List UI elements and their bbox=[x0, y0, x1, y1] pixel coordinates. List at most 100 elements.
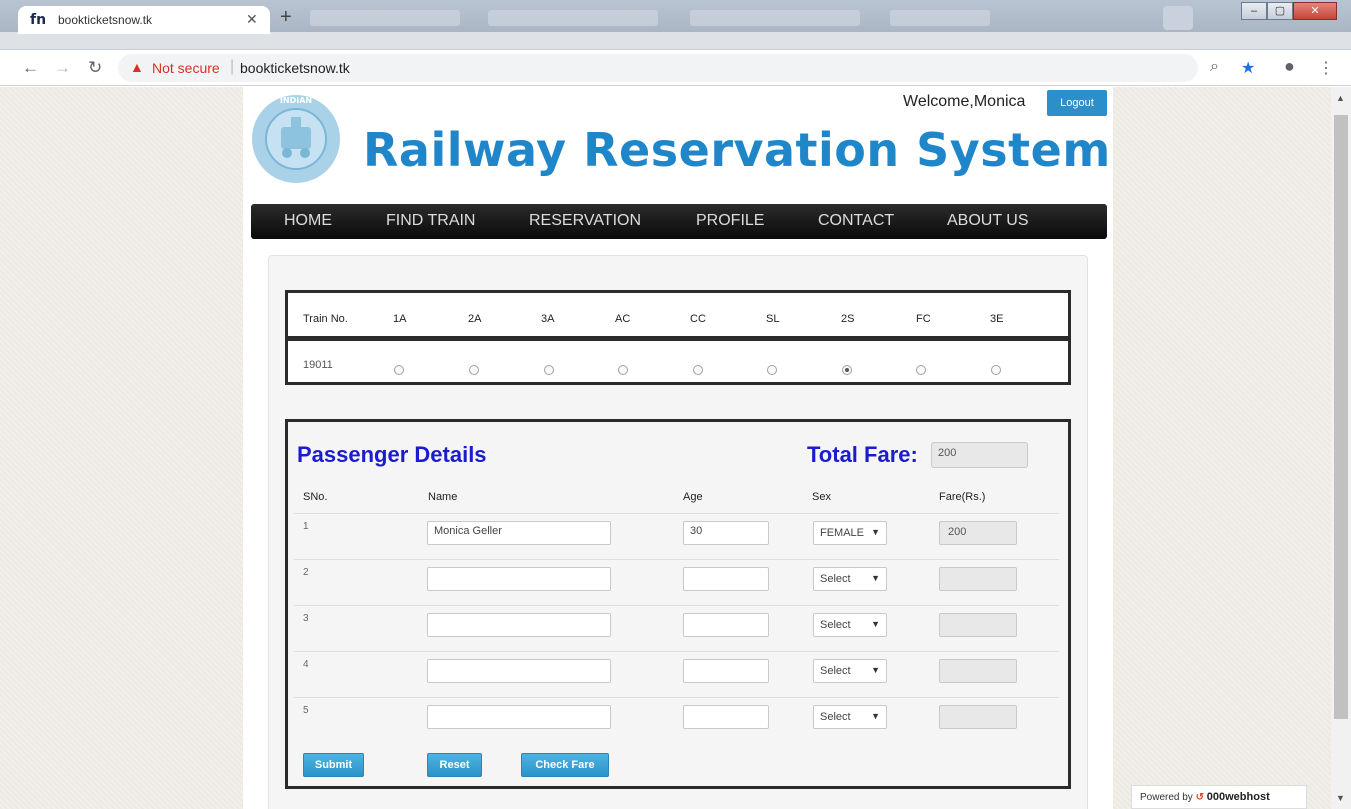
header-1a: 1A bbox=[393, 313, 407, 325]
background-tab[interactable] bbox=[488, 10, 658, 26]
name-input[interactable] bbox=[427, 705, 611, 729]
sex-select[interactable]: Select ▼ bbox=[813, 613, 887, 637]
nav-contact[interactable]: CONTACT bbox=[818, 212, 894, 230]
dropdown-arrow-icon: ▼ bbox=[871, 573, 880, 583]
reset-button[interactable]: Reset bbox=[427, 753, 482, 777]
name-input[interactable]: Monica Geller bbox=[427, 521, 611, 545]
site-title: Railway Reservation System bbox=[363, 123, 1111, 177]
new-tab-button[interactable]: + bbox=[280, 7, 292, 27]
row-sno: 2 bbox=[303, 567, 309, 578]
tab-close-icon[interactable]: ✕ bbox=[246, 11, 258, 28]
scroll-down-arrow-icon[interactable]: ▼ bbox=[1336, 793, 1345, 803]
scroll-up-arrow-icon[interactable]: ▲ bbox=[1336, 93, 1345, 103]
sex-select[interactable]: Select ▼ bbox=[813, 567, 887, 591]
sex-select-value: Select bbox=[820, 619, 851, 631]
age-input[interactable] bbox=[683, 705, 769, 729]
column-age: Age bbox=[683, 491, 703, 503]
minimize-icon[interactable]: – bbox=[1241, 2, 1267, 20]
account-icon[interactable]: ● bbox=[1284, 56, 1295, 77]
back-arrow-icon[interactable]: ← bbox=[22, 58, 39, 78]
powered-by-badge[interactable]: Powered by ↺ 000webhost bbox=[1131, 785, 1307, 809]
nav-find-train[interactable]: FIND TRAIN bbox=[386, 212, 475, 230]
age-input[interactable]: 30 bbox=[683, 521, 769, 545]
background-tab[interactable] bbox=[310, 10, 460, 26]
dropdown-arrow-icon: ▼ bbox=[871, 665, 880, 675]
header-cc: CC bbox=[690, 313, 706, 325]
indian-railways-logo: INDIAN bbox=[252, 95, 340, 183]
profile-icon[interactable] bbox=[1163, 6, 1193, 30]
radio-2s[interactable] bbox=[842, 365, 852, 375]
logout-button[interactable]: Logout bbox=[1047, 90, 1107, 116]
maximize-icon[interactable]: ▢ bbox=[1267, 2, 1293, 20]
active-tab[interactable]: fn bookticketsnow.tk ✕ bbox=[18, 6, 270, 34]
background-tab[interactable] bbox=[890, 10, 990, 26]
sex-select-value: FEMALE bbox=[820, 527, 865, 539]
url-text[interactable]: bookticketsnow.tk bbox=[240, 60, 350, 76]
radio-3a[interactable] bbox=[544, 365, 554, 375]
background-tab[interactable] bbox=[690, 10, 860, 26]
fare-field bbox=[939, 567, 1017, 591]
name-input[interactable] bbox=[427, 567, 611, 591]
total-fare-label: Total Fare: bbox=[807, 442, 918, 467]
vertical-scrollbar[interactable]: ▲ ▼ bbox=[1331, 87, 1351, 809]
page-viewport: INDIAN Welcome,Monica Logout Railway Res… bbox=[0, 87, 1331, 809]
name-input[interactable] bbox=[427, 659, 611, 683]
radio-1a[interactable] bbox=[394, 365, 404, 375]
nav-reservation[interactable]: RESERVATION bbox=[529, 212, 641, 230]
browser-tab-bar: fn bookticketsnow.tk ✕ + – ▢ ✕ bbox=[0, 0, 1351, 50]
webhost-logo-icon: ↺ bbox=[1195, 792, 1207, 803]
age-input[interactable] bbox=[683, 567, 769, 591]
menu-dots-icon[interactable]: ⋮ bbox=[1318, 58, 1334, 78]
check-fare-button[interactable]: Check Fare bbox=[521, 753, 609, 777]
header-train-no: Train No. bbox=[303, 313, 348, 325]
not-secure-label[interactable]: Not secure bbox=[152, 60, 220, 76]
row-divider bbox=[294, 697, 1059, 698]
close-window-icon[interactable]: ✕ bbox=[1293, 2, 1337, 20]
column-sno: SNo. bbox=[303, 491, 328, 503]
age-input[interactable] bbox=[683, 659, 769, 683]
sex-select[interactable]: Select ▼ bbox=[813, 705, 887, 729]
passenger-details-title: Passenger Details bbox=[297, 442, 487, 467]
address-bar: ← → ↻ ▲ Not secure | bookticketsnow.tk ⌕… bbox=[0, 50, 1351, 86]
sex-select-value: Select bbox=[820, 711, 851, 723]
nav-about-us[interactable]: ABOUT US bbox=[947, 212, 1029, 230]
radio-cc[interactable] bbox=[693, 365, 703, 375]
sex-select[interactable]: Select ▼ bbox=[813, 659, 887, 683]
sex-select-value: Select bbox=[820, 665, 851, 677]
header-ac: AC bbox=[615, 313, 631, 325]
name-input[interactable] bbox=[427, 613, 611, 637]
webhost-brand: 000webhost bbox=[1206, 791, 1270, 803]
radio-fc[interactable] bbox=[916, 365, 926, 375]
nav-home[interactable]: HOME bbox=[284, 212, 332, 230]
sex-select[interactable]: FEMALE ▼ bbox=[813, 521, 887, 545]
omnibox[interactable]: ▲ Not secure | bookticketsnow.tk bbox=[118, 54, 1198, 82]
radio-2a[interactable] bbox=[469, 365, 479, 375]
radio-sl[interactable] bbox=[767, 365, 777, 375]
fare-field bbox=[939, 659, 1017, 683]
row-divider bbox=[294, 651, 1059, 652]
zoom-icon[interactable]: ⌕ bbox=[1210, 58, 1219, 76]
nav-profile[interactable]: PROFILE bbox=[696, 212, 764, 230]
row-divider bbox=[294, 605, 1059, 606]
header-2s: 2S bbox=[841, 313, 855, 325]
header-2a: 2A bbox=[468, 313, 482, 325]
submit-button[interactable]: Submit bbox=[303, 753, 364, 777]
fare-field: 200 bbox=[939, 521, 1017, 545]
passenger-details-section: Passenger Details Total Fare: 200 SNo. N… bbox=[285, 419, 1071, 789]
total-fare-field: 200 bbox=[931, 442, 1028, 468]
row-sno: 4 bbox=[303, 659, 309, 670]
reload-icon[interactable]: ↻ bbox=[88, 58, 102, 78]
forward-arrow-icon[interactable]: → bbox=[54, 58, 71, 78]
age-input[interactable] bbox=[683, 613, 769, 637]
scroll-thumb[interactable] bbox=[1334, 115, 1348, 719]
radio-3e[interactable] bbox=[991, 365, 1001, 375]
row-divider bbox=[294, 559, 1059, 560]
header-3e: 3E bbox=[990, 313, 1004, 325]
header-fc: FC bbox=[916, 313, 931, 325]
train-number: 19011 bbox=[303, 359, 333, 371]
row-divider bbox=[294, 513, 1059, 514]
window-controls: – ▢ ✕ bbox=[1241, 2, 1337, 20]
bookmark-star-icon[interactable]: ★ bbox=[1241, 58, 1255, 78]
radio-ac[interactable] bbox=[618, 365, 628, 375]
tab-title: bookticketsnow.tk bbox=[58, 13, 153, 27]
